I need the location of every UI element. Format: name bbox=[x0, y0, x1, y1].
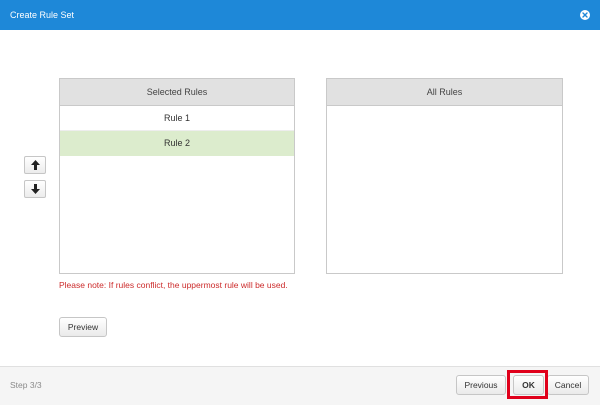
all-rules-header: All Rules bbox=[327, 79, 562, 106]
dialog-title: Create Rule Set bbox=[10, 10, 75, 20]
rule-label: Rule 2 bbox=[163, 138, 190, 148]
all-rules-panel: All Rules bbox=[326, 78, 563, 274]
selected-rules-header: Selected Rules bbox=[60, 79, 294, 106]
rule-list-item-selected[interactable]: Rule 2 bbox=[60, 131, 294, 156]
arrow-up-icon bbox=[31, 160, 40, 170]
rule-list-item[interactable]: Rule 1 bbox=[60, 106, 294, 131]
close-button[interactable] bbox=[580, 10, 590, 20]
rule-label: Rule 1 bbox=[163, 113, 190, 123]
preview-button[interactable]: Preview bbox=[59, 317, 107, 337]
step-indicator: Step 3/3 bbox=[10, 380, 42, 390]
close-circle-icon bbox=[582, 12, 588, 18]
conflict-note: Please note: If rules conflict, the uppe… bbox=[59, 280, 288, 290]
dialog-footer bbox=[0, 366, 600, 405]
cancel-button[interactable]: Cancel bbox=[547, 375, 589, 395]
ok-button[interactable]: OK bbox=[513, 375, 544, 395]
previous-button[interactable]: Previous bbox=[456, 375, 506, 395]
arrow-down-icon bbox=[31, 184, 40, 194]
move-down-button[interactable] bbox=[24, 180, 46, 198]
dialog-titlebar: Create Rule Set bbox=[0, 0, 600, 30]
selected-rules-panel: Selected Rules Rule 1 Rule 2 bbox=[59, 78, 295, 274]
move-up-button[interactable] bbox=[24, 156, 46, 174]
